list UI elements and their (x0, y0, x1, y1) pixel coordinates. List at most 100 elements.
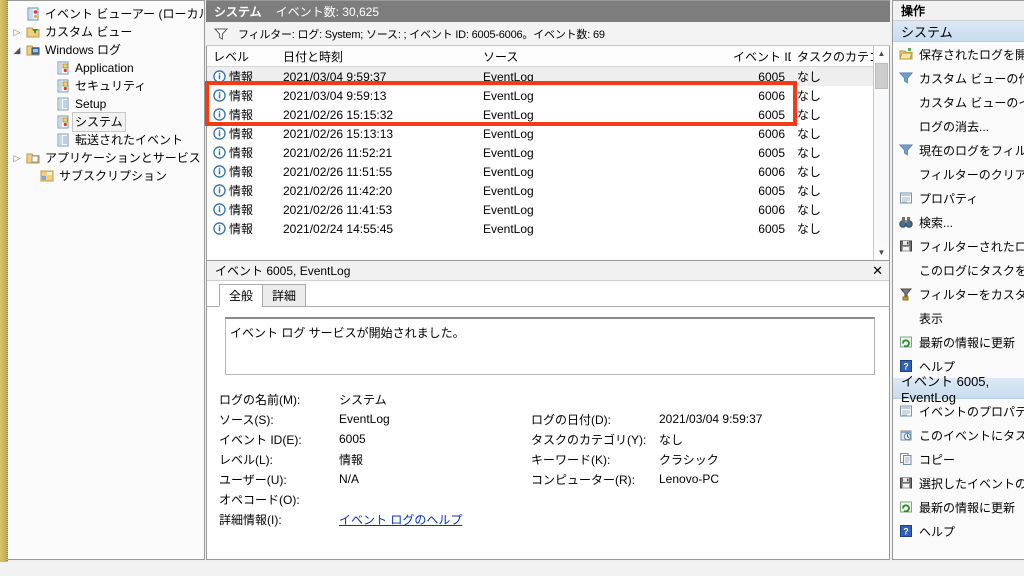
cell-level-label: 情報 (229, 127, 254, 141)
action-item[interactable]: 最新の情報に更新 (893, 330, 1024, 354)
column-header-source[interactable]: ソース (477, 48, 727, 65)
console-tree[interactable]: イベント ビューアー (ローカル) カスタム ビュー Windows ログ Appli… (8, 1, 204, 185)
action-item[interactable]: 現在のログをフィルター... (893, 138, 1024, 162)
column-header-event-id[interactable]: イベント ID (727, 48, 791, 65)
scroll-up-icon[interactable]: ▲ (874, 46, 889, 61)
action-item[interactable]: ? ヘルプ (893, 519, 1024, 543)
event-detail-title: イベント 6005, EventLog (215, 264, 351, 278)
event-field-table: ログの名前(M): システム ソース(S): EventLog イベント ID(E): 6… (219, 389, 889, 529)
action-item[interactable]: 最新の情報に更新 (893, 495, 1024, 519)
table-row[interactable]: 情報 2021/03/04 9:59:13 EventLog 6006 なし (207, 86, 889, 105)
chevron-closed-icon[interactable] (10, 23, 24, 41)
console-tree-pane[interactable]: イベント ビューアー (ローカル) カスタム ビュー Windows ログ Appli… (8, 0, 205, 560)
tree-item-9[interactable]: サブスクリプション (8, 167, 204, 185)
information-icon (213, 165, 226, 178)
cell-level: 情報 (207, 182, 277, 199)
column-header-task-category[interactable]: タスクのカテゴリ (791, 48, 881, 65)
table-row[interactable]: 情報 2021/02/26 11:41:53 EventLog 6006 なし (207, 200, 889, 219)
chevron-open-icon[interactable] (10, 41, 24, 59)
information-icon (213, 108, 226, 121)
event-fields-right-column: ログの日付(D): 2021/03/04 9:59:37 タスクのカテゴリ(Y): な… (531, 409, 762, 489)
cell-level-label: 情報 (229, 165, 254, 179)
actions-group-system-items[interactable]: 保存されたログを開く... カスタム ビューの作成... カスタム ビューのインポー… (893, 42, 1024, 378)
cell-event-id: 6005 (758, 69, 785, 84)
cell-source: EventLog (483, 88, 534, 103)
field-row: コンピューター(R): Lenovo-PC (531, 469, 762, 489)
save-icon (899, 239, 919, 253)
close-icon[interactable]: ✕ (872, 263, 883, 279)
refresh-icon (899, 335, 919, 349)
table-row[interactable]: 情報 2021/02/26 11:51:55 EventLog 6006 なし (207, 162, 889, 181)
action-item-label: コピー (919, 452, 956, 467)
event-list-scrollbar[interactable]: ▲ ▼ (873, 46, 889, 260)
action-item[interactable]: 表示 (893, 306, 1024, 330)
action-item[interactable]: コピー (893, 447, 1024, 471)
event-list[interactable]: レベル 日付と時刻 ソース イベント ID タスクのカテゴリ 情報 2021/03… (206, 46, 890, 260)
event-log-help-link[interactable]: イベント ログのヘルプ (339, 511, 889, 528)
cell-datetime: 2021/02/26 11:51:55 (283, 164, 393, 179)
log-event-count: イベント数: 30,625 (275, 5, 380, 19)
column-header-level[interactable]: レベル (207, 48, 277, 65)
field-label: ユーザー(U): (219, 472, 287, 487)
filter-bar[interactable]: フィルター: ログ: System; ソース: ; イベント ID: 6005-… (206, 22, 890, 46)
table-row[interactable]: 情報 2021/02/26 15:13:13 EventLog 6006 なし (207, 124, 889, 143)
field-label: 詳細情報(I): (219, 512, 282, 527)
tree-item-0[interactable]: イベント ビューアー (ローカル) (8, 5, 204, 23)
action-item[interactable]: プロパティ (893, 186, 1024, 210)
column-header-datetime[interactable]: 日付と時刻 (277, 48, 477, 65)
action-item[interactable]: ログの消去... (893, 114, 1024, 138)
information-icon (213, 89, 226, 102)
log-icon (54, 115, 72, 129)
tree-item-1[interactable]: カスタム ビュー (8, 23, 204, 41)
cell-level: 情報 (207, 87, 277, 104)
cell-datetime: 2021/03/04 9:59:37 (283, 69, 387, 84)
table-row[interactable]: 情報 2021/02/24 14:55:45 EventLog 6005 なし (207, 219, 889, 238)
action-item[interactable]: 検索... (893, 210, 1024, 234)
tab-general[interactable]: 全般 (219, 284, 264, 307)
table-row[interactable]: 情報 2021/02/26 11:52:21 EventLog 6005 なし (207, 143, 889, 162)
field-row: タスクのカテゴリ(Y): なし (531, 429, 762, 449)
tree-item-6[interactable]: システム (8, 112, 204, 132)
tab-details[interactable]: 詳細 (262, 284, 307, 307)
action-item[interactable]: このイベントにタスクを設定... (893, 423, 1024, 447)
cell-level-label: 情報 (229, 203, 254, 217)
tree-item-8[interactable]: アプリケーションとサービス ログ (8, 149, 204, 167)
cell-event-id: 6006 (758, 88, 785, 103)
event-detail-tabs[interactable]: 全般 詳細 (207, 284, 889, 307)
action-item[interactable]: 保存されたログを開く... (893, 42, 1024, 66)
action-item-label: 保存されたログを開く... (919, 47, 1024, 62)
chevron-closed-icon[interactable] (10, 149, 24, 167)
tree-item-7[interactable]: 転送されたイベント (8, 131, 204, 149)
event-list-column-headers[interactable]: レベル 日付と時刻 ソース イベント ID タスクのカテゴリ (207, 46, 889, 67)
action-item[interactable]: カスタム ビューの作成... (893, 66, 1024, 90)
refresh-icon (899, 500, 919, 514)
tree-item-3[interactable]: Application (8, 59, 204, 77)
tree-item-5[interactable]: Setup (8, 95, 204, 113)
table-row[interactable]: 情報 2021/02/26 15:15:32 EventLog 6005 なし (207, 105, 889, 124)
actions-pane-header: 操作 (893, 1, 1024, 21)
cell-event-id: 6005 (758, 183, 785, 198)
log-header-bar: システム イベント数: 30,625 (206, 0, 890, 22)
cell-source: EventLog (483, 164, 534, 179)
action-item[interactable]: このログにタスクを設定... (893, 258, 1024, 282)
action-item[interactable]: フィルターのクリア (893, 162, 1024, 186)
field-label: イベント ID(E): (219, 432, 302, 447)
actions-pane[interactable]: 操作 システム 保存されたログを開く... カスタム ビューの作成... カスタム … (892, 0, 1024, 560)
tree-item-4[interactable]: セキュリティ (8, 77, 204, 95)
action-item[interactable]: フィルターされたログ ファイルに名前を付けて保存... (893, 234, 1024, 258)
action-item[interactable]: 選択したイベントの保存... (893, 471, 1024, 495)
table-row[interactable]: 情報 2021/02/26 11:42:20 EventLog 6005 なし (207, 181, 889, 200)
scrollbar-thumb[interactable] (875, 63, 888, 89)
action-item-label: プロパティ (919, 191, 979, 206)
tree-item-2[interactable]: Windows ログ (8, 41, 204, 59)
action-item[interactable]: カスタム ビューのインポート... (893, 90, 1024, 114)
action-item-label: フィルターをカスタム ビューに保存... (919, 287, 1024, 302)
scroll-down-icon[interactable]: ▼ (874, 245, 889, 260)
event-list-rows[interactable]: 情報 2021/03/04 9:59:37 EventLog 6005 なし 情報 2021… (207, 67, 889, 238)
table-row[interactable]: 情報 2021/03/04 9:59:37 EventLog 6005 なし (207, 67, 889, 86)
cell-datetime: 2021/02/26 11:41:53 (283, 202, 393, 217)
help-icon: ? (899, 524, 919, 538)
action-item[interactable]: フィルターをカスタム ビューに保存... (893, 282, 1024, 306)
filter-description: フィルター: ログ: System; ソース: ; イベント ID: 6005-… (238, 28, 605, 41)
actions-group-event-items[interactable]: イベントのプロパティこのイベントにタスクを設定... コピー選択したイベントの保存… (893, 399, 1024, 543)
